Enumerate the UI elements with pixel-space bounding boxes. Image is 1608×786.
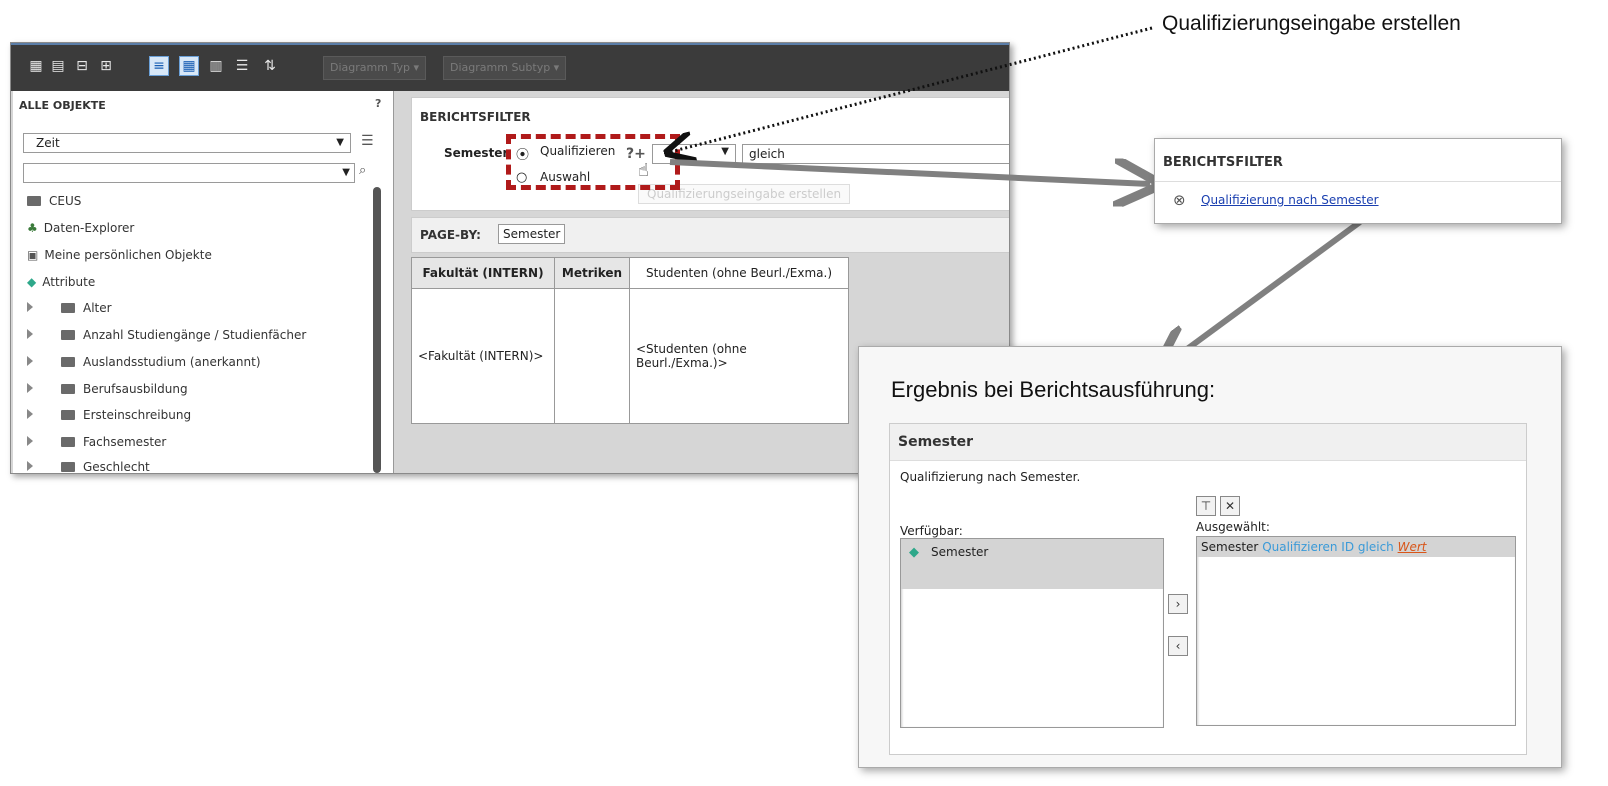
selected-label: Ausgewählt: xyxy=(1196,520,1270,534)
qualification-link[interactable]: Qualifizierung nach Semester xyxy=(1201,193,1379,207)
callout-filter-title: BERICHTSFILTER xyxy=(1163,155,1283,170)
prompt-header xyxy=(890,424,1526,461)
add-filter-button[interactable]: ⊤ xyxy=(1196,496,1216,516)
selected-list[interactable]: Semester Qualifizieren ID gleich Wert xyxy=(1196,536,1516,726)
available-label: Verfügbar: xyxy=(900,524,963,538)
callout-filter-divider xyxy=(1155,181,1561,182)
filter-arrow xyxy=(669,162,1150,184)
result-callout: Ergebnis bei Berichtsausführung: Semeste… xyxy=(858,346,1562,768)
selected-item[interactable]: Semester Qualifizieren ID gleich Wert xyxy=(1201,540,1427,554)
clear-button[interactable]: ✕ xyxy=(1220,496,1240,516)
available-list[interactable]: ◆ Semester xyxy=(900,538,1164,728)
prompt-panel: Semester Qualifizierung nach Semester. ⊤… xyxy=(889,423,1527,755)
remove-icon[interactable]: ⊗ xyxy=(1173,191,1186,209)
dotted-arrow xyxy=(670,26,1153,152)
prompt-title: Semester xyxy=(898,434,974,450)
move-right-button[interactable]: › xyxy=(1168,594,1188,614)
move-left-button[interactable]: ‹ xyxy=(1168,636,1188,656)
result-label: Ergebnis bei Berichtsausführung: xyxy=(891,377,1216,402)
attribute-icon: ◆ xyxy=(909,545,919,560)
filter-callout: BERICHTSFILTER ⊗ Qualifizierung nach Sem… xyxy=(1154,138,1562,224)
result-arrow xyxy=(1164,219,1362,366)
available-item[interactable]: Semester xyxy=(931,545,988,559)
prompt-description: Qualifizierung nach Semester. xyxy=(900,470,1081,484)
